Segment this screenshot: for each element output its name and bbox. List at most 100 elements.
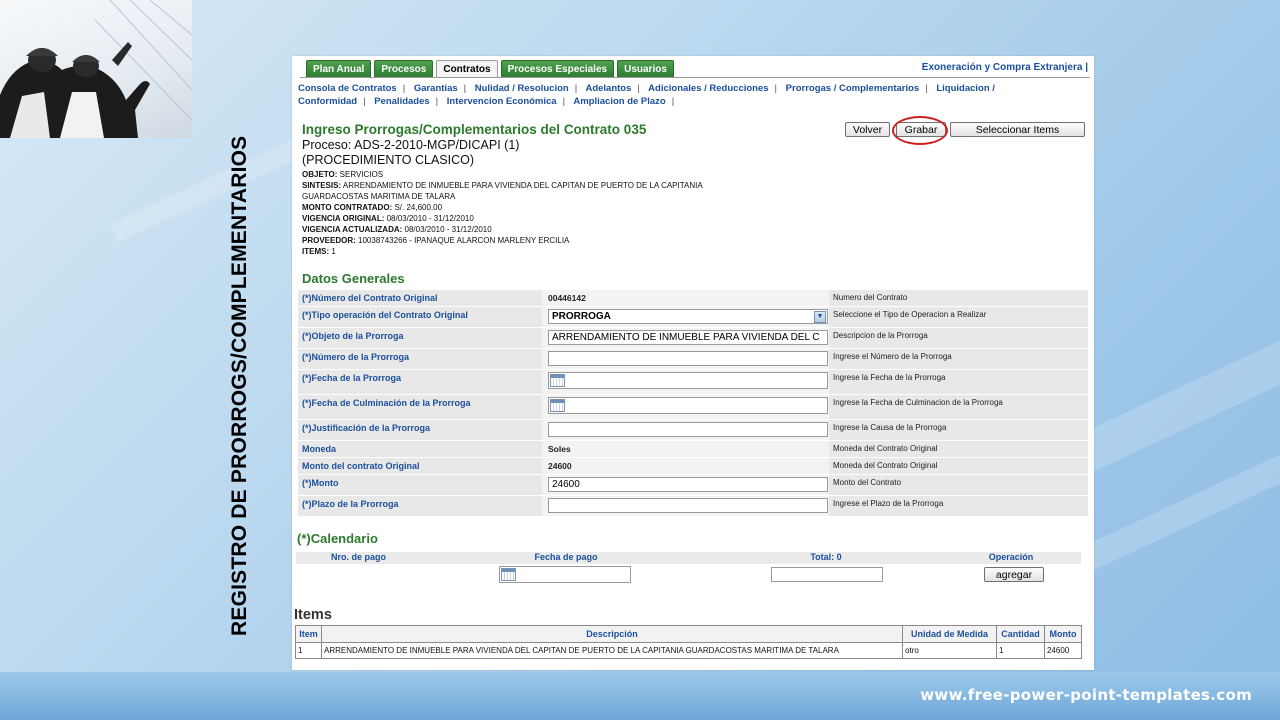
field-hint: Ingrese el Plazo de la Prorroga	[833, 499, 944, 508]
subnav-consola-contratos[interactable]: Consola de Contratos	[298, 83, 397, 94]
cell-descripcion: ARRENDAMIENTO DE INMUEBLE PARA VIVIENDA …	[320, 642, 904, 659]
col-nro-pago: Nro. de pago	[330, 552, 386, 562]
subnav-adicionales-reducciones[interactable]: Adicionales / Reducciones	[648, 83, 768, 94]
meta-line: MONTO CONTRATADO: S/. 24,600.00	[302, 203, 443, 212]
field-label: (*)Objeto de la Prorroga	[302, 331, 404, 341]
col-item: Item	[295, 625, 322, 643]
numero-contrato-value: 00446142	[542, 290, 829, 306]
meta-line: PROVEEDOR: 10038743266 - IPANAQUE ALARCO…	[302, 236, 570, 245]
workers-photo	[0, 0, 192, 138]
items-heading: Items	[294, 607, 332, 623]
meta-line: GUARDACOSTAS MARITIMA DE TALARA	[302, 192, 456, 201]
calendar-icon[interactable]	[550, 374, 565, 387]
subnav-ampliacion-plazo[interactable]: Ampliacion de Plazo	[573, 96, 665, 107]
moneda-value: Soles	[542, 441, 829, 457]
tab-contratos[interactable]: Contratos	[436, 60, 498, 77]
total-input[interactable]	[771, 567, 883, 582]
monto-input[interactable]: 24600	[548, 477, 828, 492]
field-label: (*)Fecha de Culminación de la Prorroga	[302, 398, 471, 408]
cell-cantidad: 1	[995, 642, 1045, 659]
form-row: (*)Tipo operación del Contrato Original …	[298, 306, 1088, 327]
field-hint: Ingrese la Fecha de Culminacion de la Pr…	[833, 398, 1003, 407]
field-hint: Numero del Contrato	[833, 293, 908, 302]
form-row: (*)Número de la Prorroga Ingrese el Núme…	[298, 348, 1088, 369]
tipo-operacion-cell: PRORROGA ▼	[542, 307, 829, 327]
meta-line: SINTESIS: ARRENDAMIENTO DE INMUEBLE PARA…	[302, 181, 703, 190]
tab-divider	[300, 77, 1090, 78]
meta-line: ITEMS: 1	[302, 247, 336, 256]
field-label: Moneda	[302, 444, 337, 454]
contract-metadata: OBJETO: SERVICIOS SINTESIS: ARRENDAMIENT…	[302, 169, 842, 257]
proceso-label: Proceso: ADS-2-2010-MGP/DICAPI (1)	[302, 138, 520, 152]
field-label: (*)Número del Contrato Original	[302, 293, 438, 303]
col-operacion: Operación	[988, 552, 1034, 562]
form-row: (*)Número del Contrato Original 00446142…	[298, 289, 1088, 306]
cell-unidad: otro	[902, 642, 997, 659]
field-label: (*)Fecha de la Prorroga	[302, 373, 402, 383]
form-row: (*)Fecha de la Prorroga Ingrese la Fecha…	[298, 369, 1088, 394]
workers-illustration-icon	[0, 0, 192, 138]
form-row: (*)Objeto de la Prorroga ARRENDAMIENTO D…	[298, 327, 1088, 348]
field-hint: Ingrese la Causa de la Prorroga	[833, 423, 947, 432]
subnav-conformidad[interactable]: Conformidad	[298, 96, 357, 107]
exoneracion-link[interactable]: Exoneración y Compra Extranjera |	[922, 62, 1088, 73]
calendario-input-row: agregar	[296, 566, 1081, 584]
form-row: Monto del contrato Original 24600 Moneda…	[298, 457, 1088, 474]
subnav-adelantos[interactable]: Adelantos	[585, 83, 631, 94]
subnav-prorrogas-complementarios[interactable]: Prorrogas / Complementarios	[786, 83, 920, 94]
col-monto: Monto	[1043, 625, 1083, 643]
plazo-prorroga-input[interactable]	[548, 498, 828, 513]
field-label: (*)Número de la Prorroga	[302, 352, 410, 362]
meta-line: VIGENCIA ACTUALIZADA: 08/03/2010 - 31/12…	[302, 225, 492, 234]
highlight-circle	[892, 116, 948, 145]
plazo-cell	[542, 496, 829, 516]
tab-procesos[interactable]: Procesos	[374, 60, 434, 77]
field-label: (*)Plazo de la Prorroga	[302, 499, 399, 509]
monto-original-value: 24600	[542, 458, 829, 474]
page-title: Ingreso Prorrogas/Complementarios del Co…	[302, 122, 647, 137]
chevron-down-icon[interactable]: ▼	[814, 310, 826, 323]
meta-line: OBJETO: SERVICIOS	[302, 170, 384, 179]
col-fecha-pago: Fecha de pago	[534, 552, 598, 562]
slide-vertical-title: REGISTRO DE PRORROGS/COMPLEMENTARIOS	[228, 135, 251, 636]
field-hint: Ingrese el Número de la Prorroga	[833, 352, 952, 361]
fecha-culminacion-cell	[542, 395, 829, 419]
field-label: (*)Monto	[302, 478, 339, 488]
form-row: (*)Fecha de Culminación de la Prorroga I…	[298, 394, 1088, 419]
justificacion-input[interactable]	[548, 422, 828, 437]
tab-usuarios[interactable]: Usuarios	[617, 60, 674, 77]
objeto-cell: ARRENDAMIENTO DE INMUEBLE PARA VIVIENDA …	[542, 328, 829, 348]
table-header-row: Item Descripción Unidad de Medida Cantid…	[295, 625, 1083, 643]
fecha-culminacion-input[interactable]	[548, 397, 828, 414]
subnav-nulidad-resolucion[interactable]: Nulidad / Resolucion	[475, 83, 569, 94]
subnav-penalidades[interactable]: Penalidades	[374, 96, 429, 107]
table-row: 1 ARRENDAMIENTO DE INMUEBLE PARA VIVIEND…	[295, 642, 1083, 659]
subnav-intervencion-economica[interactable]: Intervencion Económica	[447, 96, 557, 107]
agregar-button[interactable]: agregar	[984, 567, 1044, 582]
tab-procesos-especiales[interactable]: Procesos Especiales	[500, 60, 615, 77]
fecha-pago-input[interactable]	[499, 566, 631, 583]
fecha-prorroga-input[interactable]	[548, 372, 828, 389]
datos-generales-heading: Datos Generales	[302, 271, 405, 286]
seleccionar-items-button[interactable]: Seleccionar Items	[950, 122, 1085, 137]
meta-line: VIGENCIA ORIGINAL: 08/03/2010 - 31/12/20…	[302, 214, 474, 223]
footer-url: www.free-power-point-templates.com	[920, 686, 1252, 704]
subnav-liquidacion[interactable]: Liquidacion /	[936, 83, 995, 94]
subnav-garantias[interactable]: Garantias	[414, 83, 458, 94]
form-row: Moneda Soles Moneda del Contrato Origina…	[298, 440, 1088, 457]
numero-prorroga-input[interactable]	[548, 351, 828, 366]
objeto-prorroga-input[interactable]: ARRENDAMIENTO DE INMUEBLE PARA VIVIENDA …	[548, 330, 828, 345]
justificacion-cell	[542, 420, 829, 440]
calendar-icon[interactable]	[501, 568, 516, 581]
volver-button[interactable]: Volver	[845, 122, 890, 137]
col-total: Total: 0	[810, 552, 842, 562]
field-hint: Moneda del Contrato Original	[833, 461, 938, 470]
field-label: (*)Tipo operación del Contrato Original	[302, 310, 468, 320]
procedimiento-label: (PROCEDIMIENTO CLASICO)	[302, 153, 475, 167]
application-screenshot: Plan Anual Procesos Contratos Procesos E…	[292, 56, 1094, 670]
calendar-icon[interactable]	[550, 399, 565, 412]
field-label: Monto del contrato Original	[302, 461, 420, 471]
tipo-operacion-select[interactable]: PRORROGA ▼	[548, 309, 828, 324]
datos-generales-form: (*)Número del Contrato Original 00446142…	[298, 289, 1088, 516]
tab-plan-anual[interactable]: Plan Anual	[306, 60, 372, 77]
